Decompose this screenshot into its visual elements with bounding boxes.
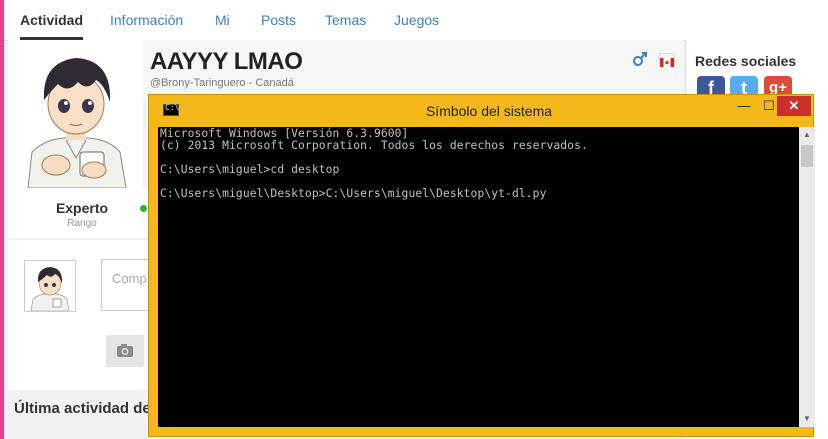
command-prompt-window[interactable]: C:\ Símbolo del sistema — ☐ ✕ Microsoft … xyxy=(148,94,815,437)
male-gender-icon xyxy=(633,52,647,66)
attach-photo-button[interactable] xyxy=(106,335,144,367)
cmd-titlebar[interactable]: C:\ Símbolo del sistema — ☐ ✕ xyxy=(149,95,813,125)
console-output[interactable]: Microsoft Windows [Versión 6.3.9600] (c)… xyxy=(158,127,799,427)
page-edge-stripe xyxy=(0,0,4,439)
social-networks-title: Redes sociales xyxy=(695,53,797,69)
console-line: (c) 2013 Microsoft Corporation. Todos lo… xyxy=(160,139,588,152)
console-line: C:\Users\miguel>cd desktop xyxy=(160,163,340,176)
console-line: C:\Users\miguel\Desktop>C:\Users\miguel\… xyxy=(160,187,547,200)
profile-handle: @Brony-Taringuero - Canadá xyxy=(150,77,294,89)
scroll-thumb[interactable] xyxy=(801,145,813,167)
console-scrollbar[interactable]: ▲ ▼ xyxy=(799,127,815,427)
close-button[interactable]: ✕ xyxy=(777,96,811,116)
compose-placeholder: Comp xyxy=(112,271,147,286)
column-divider xyxy=(685,40,686,100)
tab-informacion[interactable]: Información xyxy=(110,0,183,38)
profile-name: AAYYY LMAO xyxy=(150,48,303,75)
rank-label: Rango xyxy=(67,218,97,229)
latest-activity-heading: Última actividad de xyxy=(14,400,151,417)
camera-icon xyxy=(117,344,133,357)
cmd-window-title: Símbolo del sistema xyxy=(425,103,553,119)
scroll-down-icon[interactable]: ▼ xyxy=(799,411,815,427)
tab-posts[interactable]: Posts xyxy=(261,0,296,38)
compose-avatar xyxy=(24,260,76,312)
profile-avatar xyxy=(8,40,143,188)
scroll-up-icon[interactable]: ▲ xyxy=(799,127,815,143)
online-status-icon xyxy=(140,205,147,212)
minimize-button[interactable]: — xyxy=(731,96,757,116)
tab-temas[interactable]: Temas xyxy=(325,0,366,38)
rank-title: Experto xyxy=(55,200,109,216)
tab-juegos[interactable]: Juegos xyxy=(394,0,439,38)
canada-flag-icon xyxy=(659,53,675,67)
profile-tabs: Actividad Información Mi Posts Temas Jue… xyxy=(4,0,828,41)
tab-mi[interactable]: Mi xyxy=(215,0,230,38)
tab-actividad[interactable]: Actividad xyxy=(20,0,84,40)
avatar-image xyxy=(8,40,143,188)
